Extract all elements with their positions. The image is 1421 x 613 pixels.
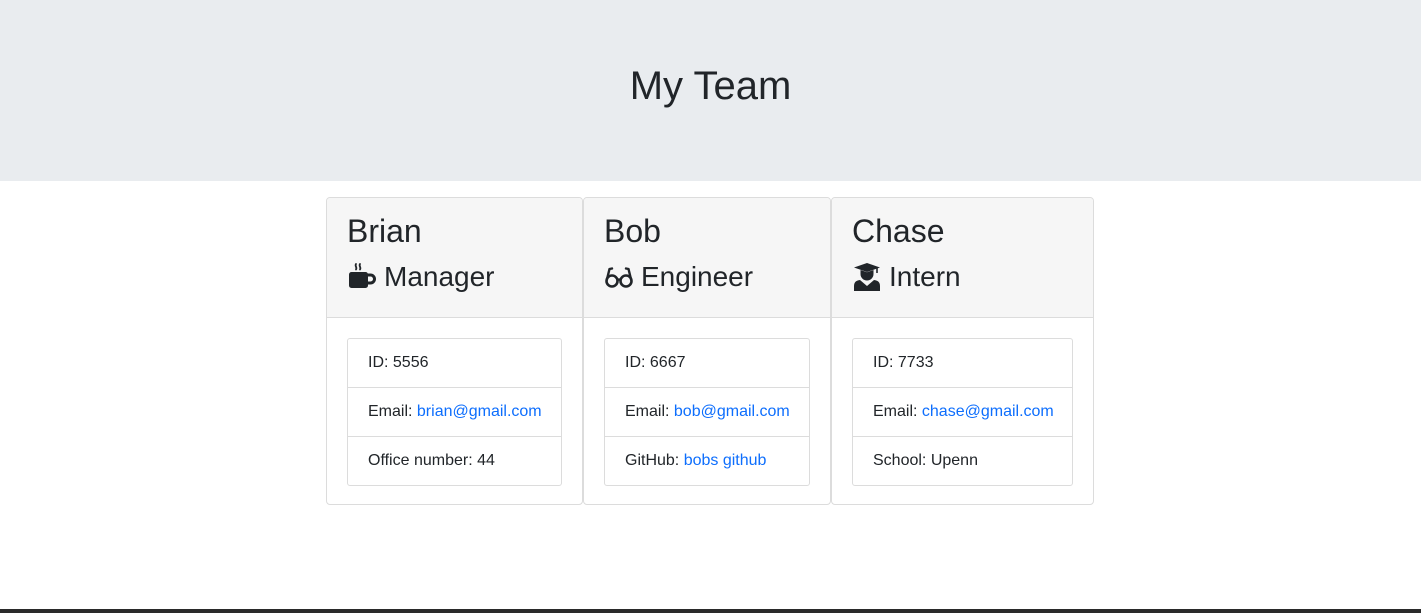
employee-info-list: ID: 5556 Email: brian@gmail.com Office n… [347,338,562,486]
employee-card-engineer: Bob Engineer ID: 6667 Email: bob@gmail.c… [583,197,831,505]
card-header: Bob Engineer [584,198,830,318]
role-label: Engineer [641,261,754,292]
glasses-icon [604,262,634,292]
id-item: ID: 6667 [605,339,809,388]
employee-info-list: ID: 6667 Email: bob@gmail.com GitHub: bo… [604,338,810,486]
github-label: GitHub: [625,452,684,469]
card-header: Chase Intern [832,198,1093,318]
email-label: Email: [368,403,417,420]
email-link[interactable]: bob@gmail.com [674,403,790,420]
office-number-item: Office number: 44 [368,452,495,469]
employee-name: Bob [604,213,661,249]
github-link[interactable]: bobs github [684,452,767,469]
card-header: Brian Manager [327,198,582,318]
email-label: Email: [873,403,922,420]
page-title: My Team [629,64,792,108]
employee-role: Intern [852,260,961,294]
role-label: Manager [384,261,495,292]
bottom-edge-bar [0,609,1421,613]
email-label: Email: [625,403,674,420]
employee-role: Engineer [604,260,753,294]
email-link[interactable]: brian@gmail.com [417,403,542,420]
role-label: Intern [889,261,961,292]
id-item: ID: 5556 [348,339,561,388]
employee-card-intern: Chase Intern ID: 7733 Email: chase@gmail… [831,197,1094,505]
email-item: Email: chase@gmail.com [853,388,1072,437]
graduate-icon [852,262,882,292]
employee-info-list: ID: 7733 Email: chase@gmail.com School: … [852,338,1073,486]
email-item: Email: bob@gmail.com [605,388,809,437]
jumbotron-header: My Team [0,0,1421,181]
coffee-mug-icon [347,262,377,292]
email-item: Email: brian@gmail.com [348,388,561,437]
id-item: ID: 7733 [853,339,1072,388]
github-item: GitHub: bobs github [605,437,809,485]
employee-card-manager: Brian Manager ID: 5556 Email: brian@gmai… [326,197,583,505]
employee-role: Manager [347,260,495,294]
employee-name: Chase [852,213,945,249]
school-item: School: Upenn [873,452,978,469]
employee-name: Brian [347,213,422,249]
email-link[interactable]: chase@gmail.com [922,403,1054,420]
